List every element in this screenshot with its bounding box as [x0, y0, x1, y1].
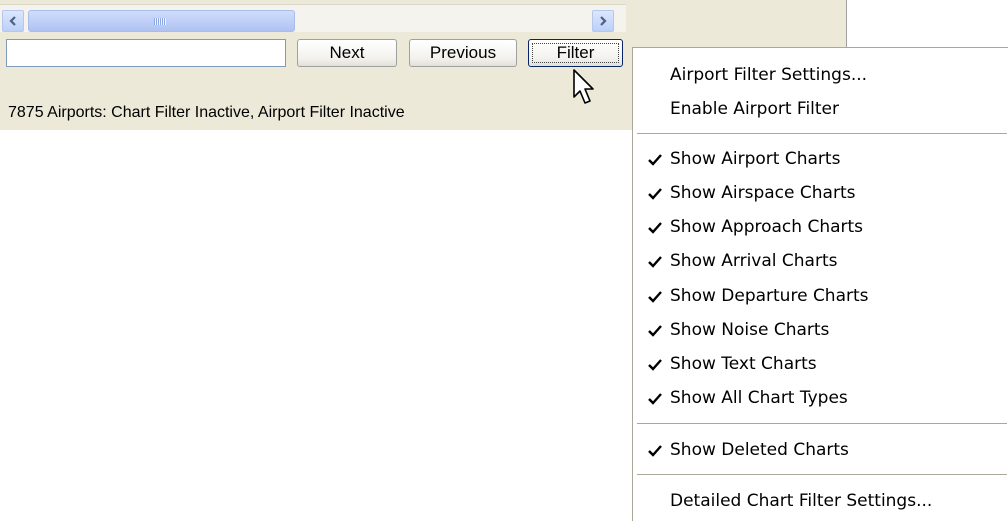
menu-item-label: Show Departure Charts: [670, 286, 869, 306]
checkmark-icon: [648, 154, 662, 166]
checkmark-icon: [648, 222, 662, 234]
menu-item-show-text-charts[interactable]: Show Text Charts: [633, 347, 1007, 381]
chevron-left-icon: [9, 16, 16, 26]
side-pane: [638, 0, 846, 47]
checkmark-icon: [648, 256, 662, 268]
scroll-thumb[interactable]: [28, 10, 295, 32]
menu-separator: [637, 133, 1007, 134]
menu-item-show-airport-charts[interactable]: Show Airport Charts: [633, 142, 1007, 176]
menu-item-enable-airport-filter[interactable]: Enable Airport Filter: [633, 92, 1007, 126]
checkmark-icon: [648, 291, 662, 303]
menu-item-label: Airport Filter Settings...: [670, 65, 868, 85]
menu-item-label: Show All Chart Types: [670, 388, 848, 408]
menu-item-show-arrival-charts[interactable]: Show Arrival Charts: [633, 244, 1007, 278]
menu-item-label: Show Deleted Charts: [670, 440, 849, 460]
side-pane-content: [846, 0, 1008, 47]
menu-item-label: Show Arrival Charts: [670, 251, 838, 271]
filter-context-menu: Airport Filter Settings... Enable Airpor…: [632, 47, 1008, 521]
menu-item-label: Show Text Charts: [670, 354, 817, 374]
previous-button[interactable]: Previous: [409, 39, 517, 67]
scroll-right-button[interactable]: [592, 10, 614, 32]
menu-item-label: Show Airspace Charts: [670, 183, 856, 203]
menu-item-label: Show Approach Charts: [670, 217, 864, 237]
checkmark-icon: [648, 359, 662, 371]
menu-item-label: Show Airport Charts: [670, 149, 841, 169]
menu-item-show-airspace-charts[interactable]: Show Airspace Charts: [633, 176, 1007, 210]
menu-separator: [637, 423, 1007, 424]
checkmark-icon: [648, 445, 662, 457]
checkmark-icon: [648, 393, 662, 405]
menu-item-show-all-chart-types[interactable]: Show All Chart Types: [633, 381, 1007, 415]
status-text: 7875 Airports: Chart Filter Inactive, Ai…: [8, 104, 405, 121]
next-button[interactable]: Next: [297, 39, 397, 67]
menu-item-detailed-chart-filter-settings[interactable]: Detailed Chart Filter Settings...: [633, 484, 1007, 518]
checkmark-icon: [648, 188, 662, 200]
menu-item-airport-filter-settings[interactable]: Airport Filter Settings...: [633, 58, 1007, 92]
menu-item-show-noise-charts[interactable]: Show Noise Charts: [633, 313, 1007, 347]
chevron-right-icon: [600, 16, 607, 26]
checkmark-icon: [648, 325, 662, 337]
menu-item-show-approach-charts[interactable]: Show Approach Charts: [633, 210, 1007, 244]
scroll-thumb-grip: [154, 18, 166, 25]
menu-item-label: Detailed Chart Filter Settings...: [670, 491, 933, 511]
menu-item-show-departure-charts[interactable]: Show Departure Charts: [633, 279, 1007, 313]
menu-separator: [637, 474, 1007, 475]
horizontal-scrollbar[interactable]: [0, 4, 626, 32]
menu-item-show-deleted-charts[interactable]: Show Deleted Charts: [633, 433, 1007, 467]
menu-item-label: Enable Airport Filter: [670, 99, 840, 119]
menu-item-label: Show Noise Charts: [670, 320, 830, 340]
mouse-pointer-icon: [573, 69, 594, 104]
filter-button[interactable]: Filter: [528, 39, 623, 67]
filter-button-label: Filter: [556, 43, 595, 62]
search-input[interactable]: [6, 39, 286, 67]
filter-toolbar-panel: Next Previous Filter 7875 Airports: Char…: [0, 0, 632, 130]
scroll-left-button[interactable]: [2, 10, 24, 32]
